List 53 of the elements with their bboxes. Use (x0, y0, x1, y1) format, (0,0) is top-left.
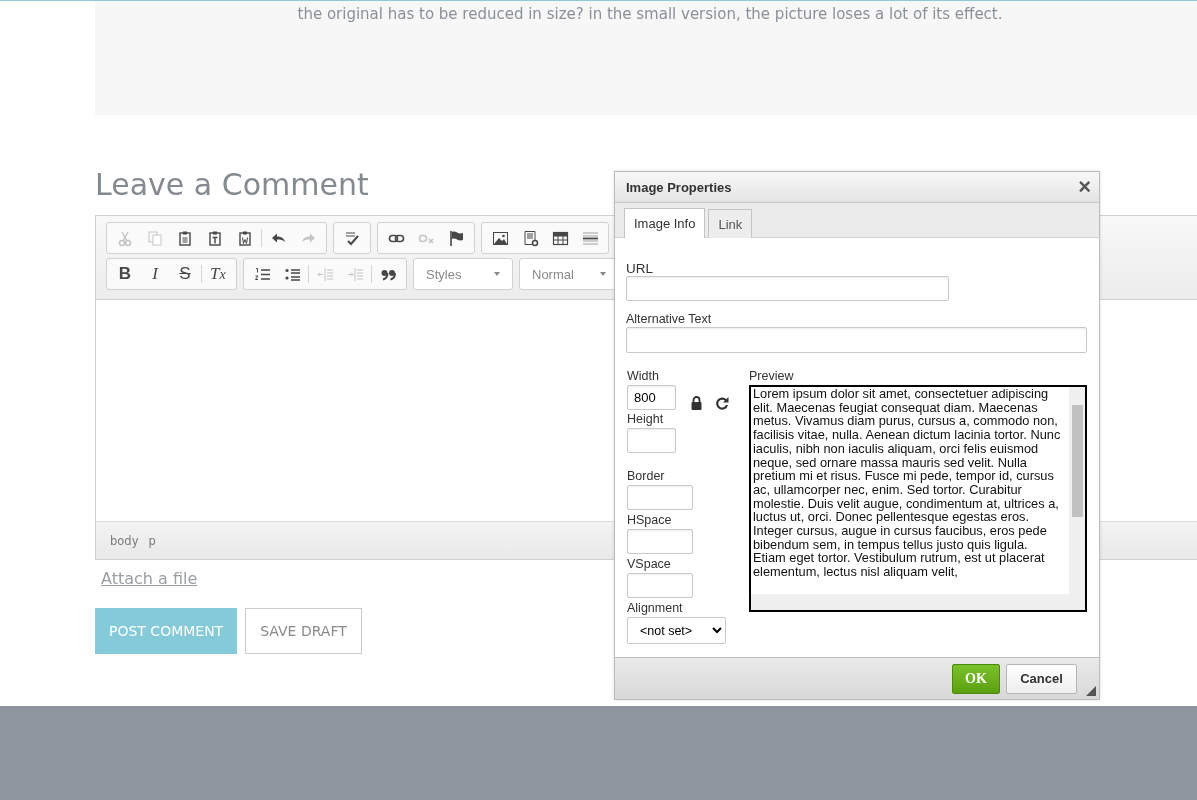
vspace-field[interactable] (627, 573, 693, 598)
field-label: Height (627, 412, 665, 427)
horizontal-line-icon (581, 229, 599, 247)
outdent-icon (316, 265, 334, 283)
dialog-title: Image Properties (626, 179, 732, 195)
image-icon (491, 229, 509, 247)
document-gear-icon (521, 229, 539, 247)
field-label: Alignment (627, 601, 683, 616)
reset-icon[interactable] (715, 396, 729, 410)
close-button[interactable]: × (1078, 177, 1091, 197)
numbered-list-icon (253, 265, 271, 283)
dialog-tab[interactable]: Link (708, 209, 753, 238)
border-field[interactable] (627, 485, 693, 510)
field-label: Border (627, 469, 665, 484)
field-label: VSpace (627, 557, 671, 572)
horizontal-scrollbar[interactable] (751, 594, 1085, 610)
field-label: URL (626, 261, 654, 276)
draft-button[interactable]: SAVE DRAFT (245, 608, 362, 654)
field-label: Width (627, 369, 660, 384)
format-button[interactable]: S (170, 261, 200, 287)
indent-icon (346, 265, 364, 283)
field-label: Alternative Text (626, 312, 713, 327)
height-field[interactable] (627, 428, 676, 453)
alt-text-field[interactable] (626, 327, 1087, 353)
style-dropdown[interactable]: Styles (413, 258, 513, 290)
element-path-item[interactable]: p (148, 533, 156, 548)
field-label: HSpace (627, 513, 672, 528)
clipboard-icon (176, 229, 194, 247)
clipboard-icon (236, 229, 254, 247)
caret-icon (600, 272, 606, 276)
flag-icon (447, 229, 465, 247)
field-label: Preview (749, 369, 795, 384)
width-field[interactable]: 800 (627, 385, 676, 410)
spellcheck-icon (343, 229, 361, 247)
table-icon (551, 229, 569, 247)
preview-text: Lorem ipsum dolor sit amet, consectetuer adipiscing elit. Maecenas feugiat consequat diam. Maecenas metus. Vivamus diam purus, cursus a, commodo non, facilisis vitae, nulla. Aenean dictum lacinia tortor. Nunc iaculis, nibh non iaculis aliquam, orci felis euismod neque, sed ornare massa mauris sed velit. Nulla pretium mi et risus. Fusce mi pede, tempor id, cursus ac, ullamcorper nec, enim. Sed tortor. Curabitur molestie. Duis velit augue, condimentum at, ultrices a, luctus ut, orci. Donec pellentesque egestas eros. Integer cursus, augue in cursus faucibus, eros pede bibendum sem, in tempus tellus justo quis ligula. Etiam eget tortor. Vestibulum rutrum, est ut placerat elementum, lectus nisl aliquam velit, (753, 387, 1061, 579)
scissors-icon (116, 229, 134, 247)
url-field[interactable] (626, 276, 949, 301)
dialog-tab[interactable]: Image Info (624, 208, 706, 238)
alignment-select[interactable]: <not set> (627, 617, 726, 644)
article-text: the original has to be reduced in size? in the small version, the picture loses a lot of its effect. (296, 5, 1003, 25)
clipboard-icon (206, 229, 224, 247)
lock-icon[interactable] (690, 396, 703, 410)
section-heading: Leave a Comment (95, 166, 369, 204)
resize-grip-icon[interactable] (1086, 686, 1096, 696)
format-button[interactable]: I (140, 261, 170, 287)
vertical-scrollbar[interactable] (1069, 387, 1085, 594)
format-button[interactable]: B (110, 261, 140, 287)
cancel-button[interactable]: Cancel (1006, 663, 1077, 694)
element-path-item[interactable]: body (110, 533, 139, 548)
caret-icon (494, 272, 500, 276)
copy-icon (146, 229, 164, 247)
hspace-field[interactable] (627, 529, 693, 554)
